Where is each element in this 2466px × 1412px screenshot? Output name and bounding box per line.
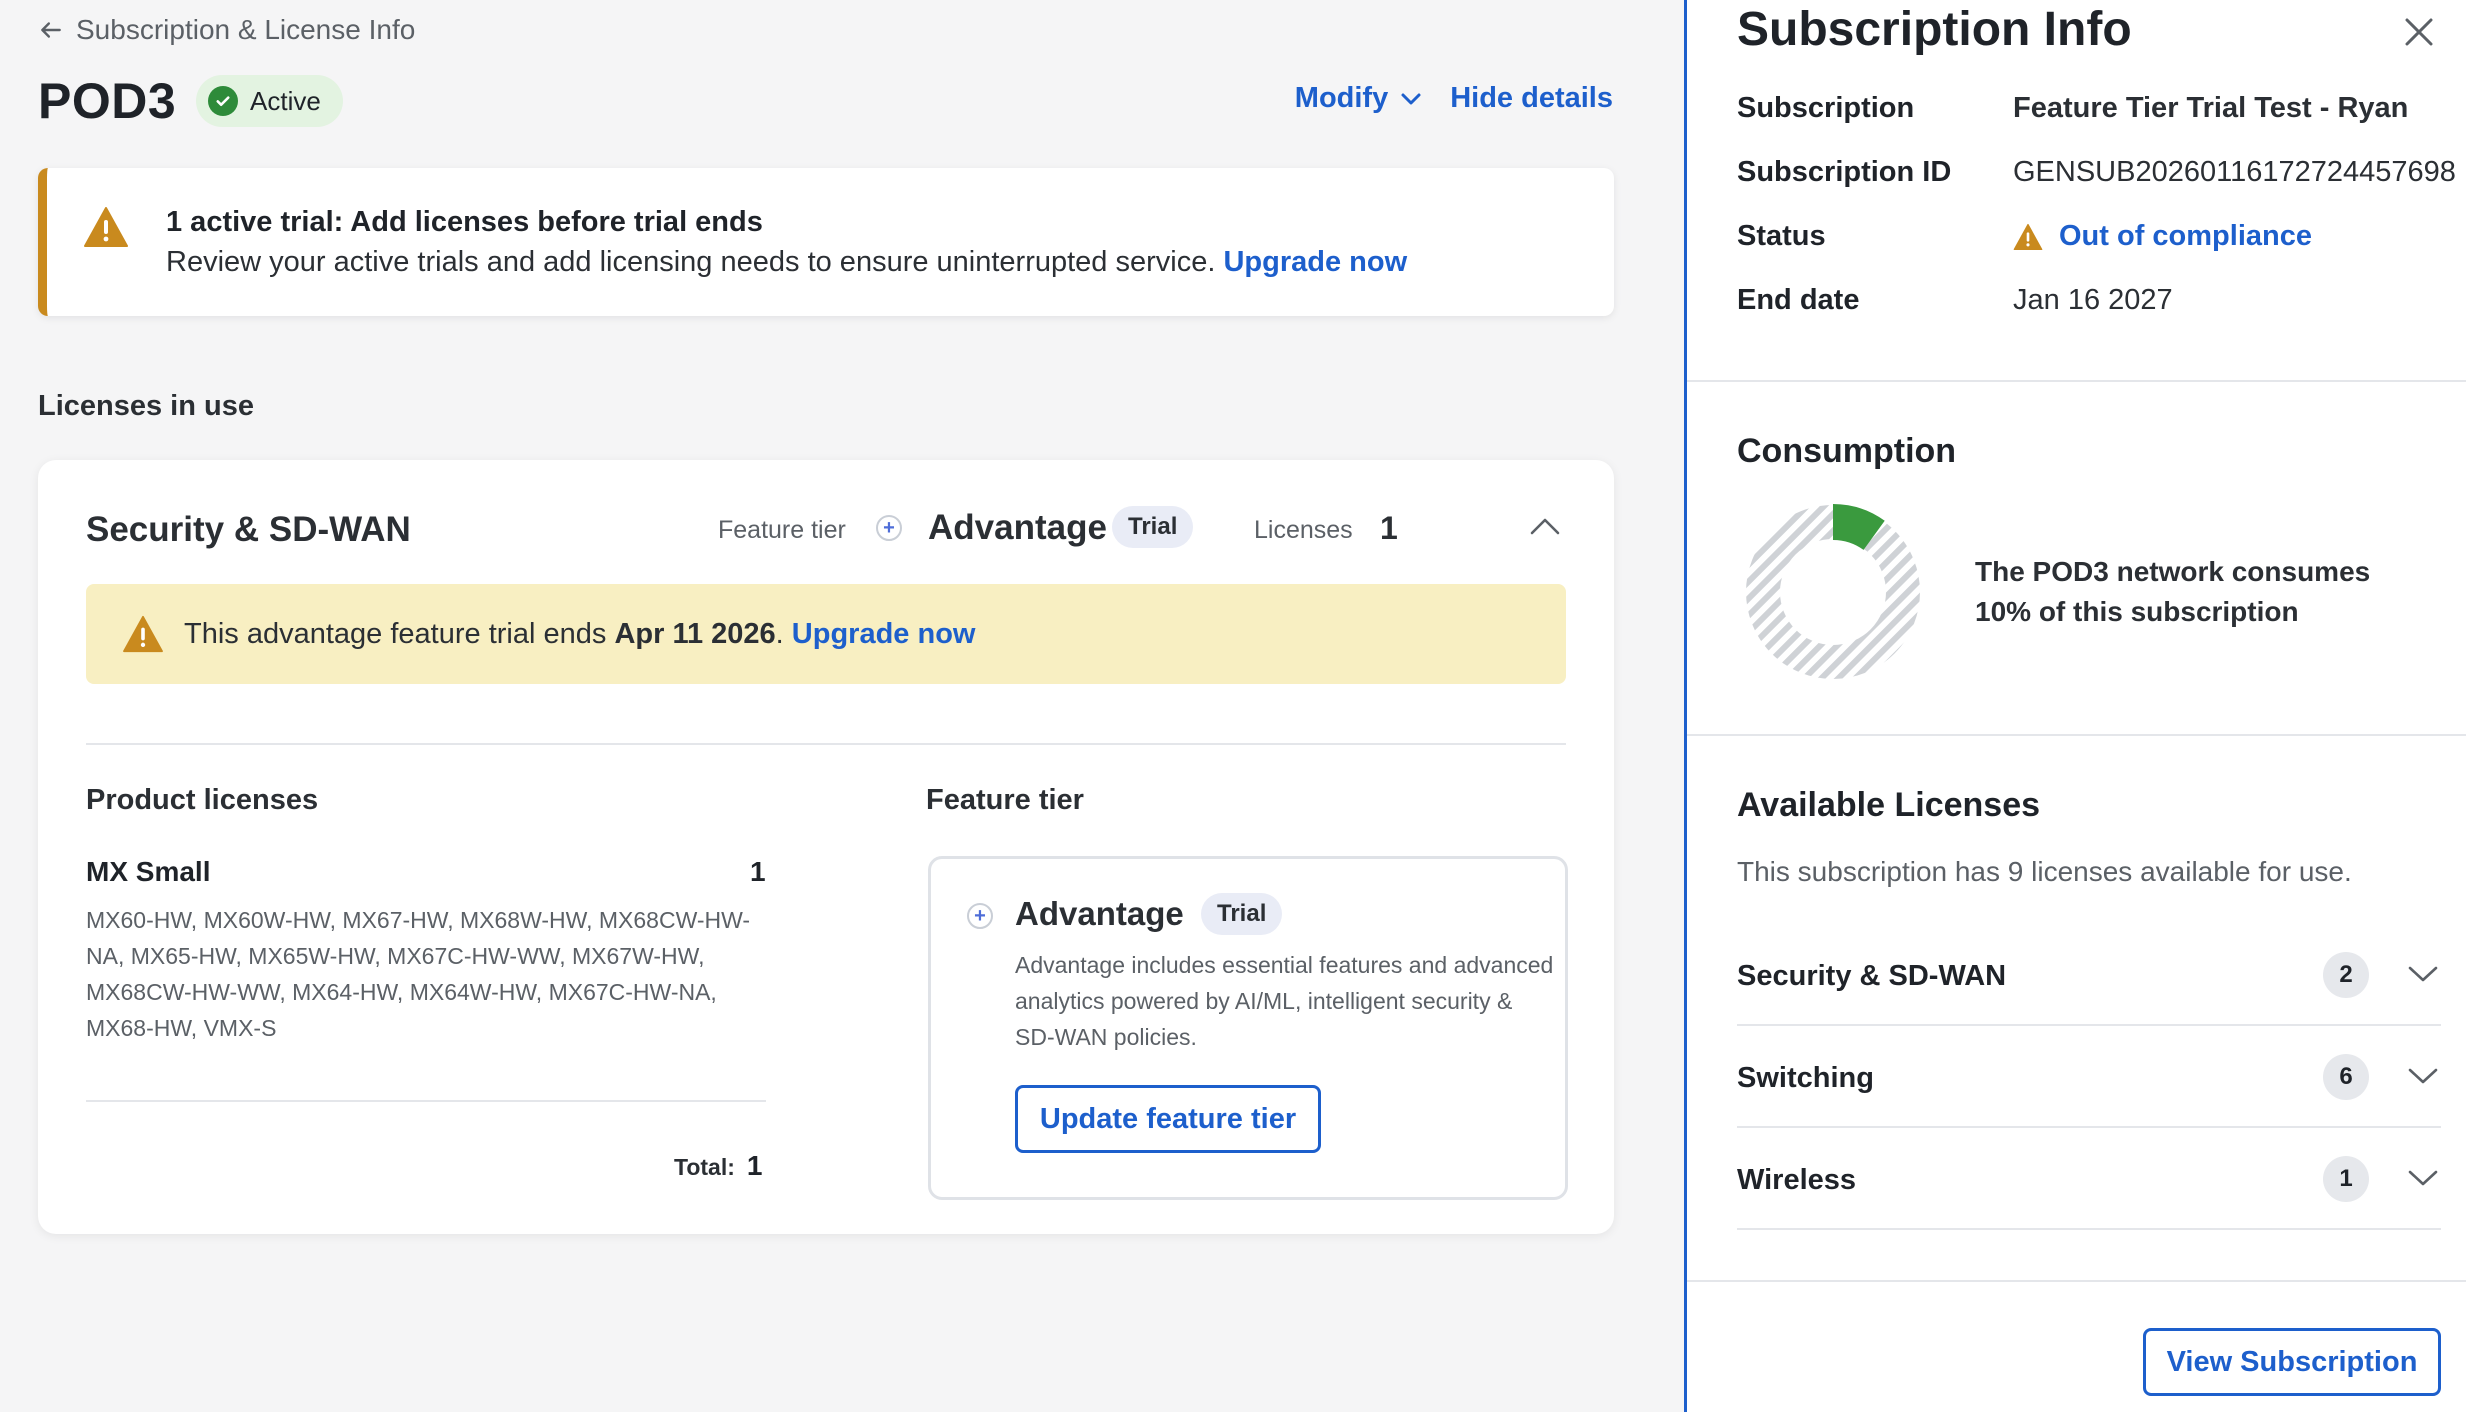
feature-tier-value: Advantage (928, 508, 1107, 547)
trial-banner-title: 1 active trial: Add licenses before tria… (166, 206, 763, 238)
license-type-name: Wireless (1737, 1164, 1857, 1196)
chevron-down-icon (1401, 93, 1421, 104)
status-badge-label: Active (250, 85, 321, 116)
licenses-count: 1 (1380, 510, 1398, 546)
feature-tier-label: Feature tier (718, 516, 846, 544)
license-count-badge: 6 (2323, 1054, 2369, 1100)
status-value: Out of compliance (2013, 220, 2312, 253)
trial-end-suffix: . (775, 618, 784, 650)
licenses-in-use-heading: Licenses in use (38, 390, 254, 422)
license-count-badge: 1 (2323, 1156, 2369, 1202)
divider (86, 743, 1566, 745)
available-license-row[interactable]: Switching 6 (1737, 1026, 2441, 1128)
product-name: MX Small (86, 856, 211, 887)
status-label: Status (1737, 220, 1826, 252)
subscription-id-value: GENSUB20260116172724457698 (2013, 156, 2456, 188)
feature-tier-description: Advantage includes essential features an… (1015, 952, 1554, 1050)
chevron-down-icon[interactable] (2407, 1166, 2439, 1190)
license-card-title: Security & SD-WAN (86, 510, 411, 549)
product-count: 1 (750, 856, 766, 887)
divider (1737, 1228, 2441, 1230)
warning-triangle-icon (84, 207, 128, 247)
total-value: 1 (746, 1150, 763, 1181)
trial-badge: Trial (1201, 893, 1283, 935)
trial-end-date: Apr 11 2026 (614, 618, 776, 650)
product-models: MX60-HW, MX60W-HW, MX67-HW, MX68W-HW, MX… (86, 907, 751, 1041)
modify-label: Modify (1294, 82, 1389, 114)
licenses-label: Licenses (1254, 516, 1353, 544)
warning-triangle-icon (2013, 223, 2043, 250)
arrow-left-icon (41, 22, 61, 38)
out-of-compliance-link[interactable]: Out of compliance (2059, 220, 2312, 253)
subscription-id-label: Subscription ID (1737, 156, 1952, 188)
total-row: Total: 1 (674, 1150, 762, 1182)
consumption-heading: Consumption (1737, 432, 1957, 470)
trial-banner-body-row: Review your active trials and add licens… (166, 246, 1407, 279)
view-subscription-button[interactable]: View Subscription (2143, 1328, 2441, 1396)
main-content: Subscription & License Info POD3 Active … (0, 0, 1684, 1412)
back-link-label: Subscription & License Info (76, 14, 416, 45)
close-icon[interactable] (2401, 14, 2437, 50)
modify-dropdown[interactable]: Modify (1295, 82, 1422, 115)
license-card-security-sdwan: Security & SD-WAN Feature tier + Advanta… (38, 460, 1614, 1234)
chevron-up-icon[interactable] (1528, 512, 1562, 540)
plus-circle-icon: + (967, 903, 993, 929)
trial-end-prefix: This advantage feature trial ends (184, 618, 607, 650)
available-license-row[interactable]: Security & SD-WAN 2 (1737, 924, 2441, 1026)
consumption-donut (1746, 504, 1920, 679)
warning-triangle-icon (123, 615, 163, 653)
license-count-badge: 2 (2323, 952, 2369, 998)
page-title: POD3 (38, 73, 177, 129)
consumption-fill (1832, 504, 1885, 551)
product-licenses-heading: Product licenses (86, 784, 319, 816)
status-badge: Active (196, 75, 343, 127)
available-licenses-heading: Available Licenses (1737, 786, 2041, 824)
total-label: Total: (674, 1154, 735, 1180)
available-license-row[interactable]: Wireless 1 (1737, 1128, 2441, 1230)
chevron-down-icon[interactable] (2407, 1064, 2439, 1088)
divider (86, 1100, 766, 1102)
divider (1687, 734, 2466, 736)
divider (1687, 380, 2466, 382)
trial-banner-body: Review your active trials and add licens… (166, 246, 1216, 278)
back-link[interactable]: Subscription & License Info (38, 14, 415, 46)
feature-tier-box: + Advantage Trial Advantage includes ess… (928, 856, 1568, 1200)
trial-banner: 1 active trial: Add licenses before tria… (38, 168, 1614, 316)
plus-circle-icon: + (876, 515, 902, 541)
available-licenses-description: This subscription has 9 licenses availab… (1737, 856, 2352, 887)
panel-title: Subscription Info (1737, 3, 2132, 56)
consumption-text: The POD3 network consumes 10% of this su… (1975, 556, 2371, 627)
end-date-value: Jan 16 2027 (2013, 284, 2173, 316)
subscription-info-panel: Subscription Info Subscription Feature T… (1684, 0, 2466, 1412)
upgrade-now-link[interactable]: Upgrade now (1223, 246, 1407, 278)
header-actions: Modify Hide details (1295, 82, 1613, 115)
trial-badge: Trial (1112, 506, 1194, 548)
trial-end-notice: This advantage feature trial ends Apr 11… (86, 584, 1566, 684)
check-circle-icon (208, 86, 238, 116)
end-date-label: End date (1737, 284, 1860, 316)
upgrade-now-link[interactable]: Upgrade now (792, 618, 976, 650)
hide-details-link[interactable]: Hide details (1450, 82, 1613, 115)
feature-tier-heading: Feature tier (926, 784, 1084, 816)
subscription-link[interactable]: Feature Tier Trial Test - Ryan (2013, 92, 2408, 125)
divider (1687, 1280, 2466, 1282)
chevron-down-icon[interactable] (2407, 962, 2439, 986)
subscription-label: Subscription (1737, 92, 1915, 124)
license-type-name: Switching (1737, 1062, 1874, 1094)
update-feature-tier-button[interactable]: Update feature tier (1015, 1085, 1321, 1153)
feature-tier-name: Advantage (1015, 895, 1184, 932)
license-type-name: Security & SD-WAN (1737, 960, 2007, 992)
trial-end-message: This advantage feature trial ends Apr 11… (184, 618, 975, 651)
